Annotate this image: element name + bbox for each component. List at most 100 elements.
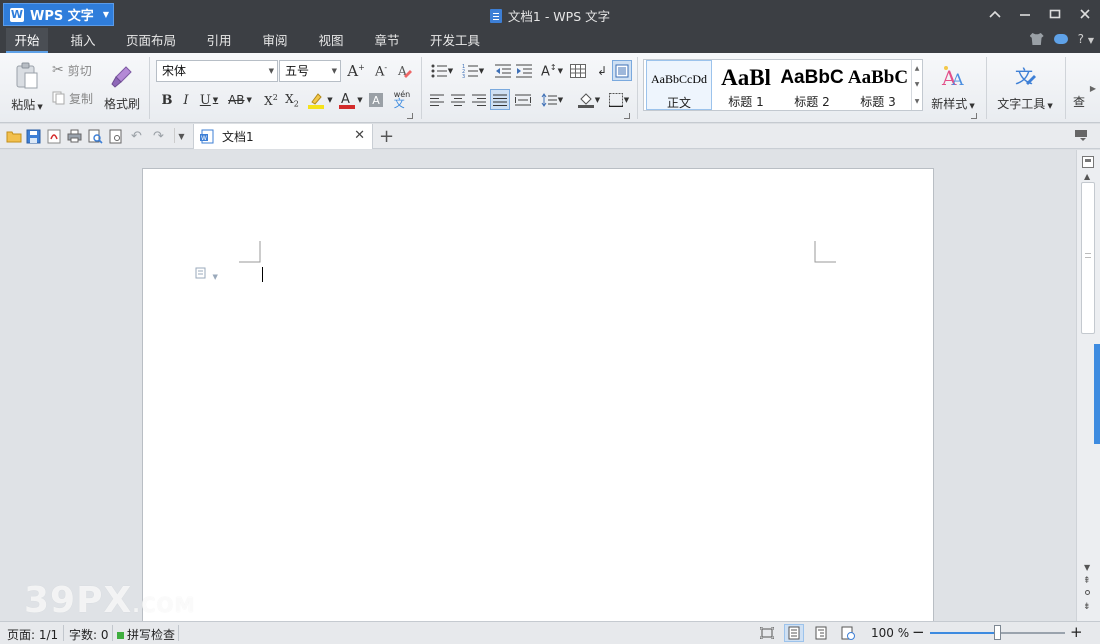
ribbon-scroll-right[interactable]: ▶ — [1088, 83, 1098, 93]
text-tools-button[interactable]: 文 文字工具 ▼ — [992, 59, 1058, 115]
page-indicator[interactable]: 页面: 1/1 — [7, 626, 58, 643]
paste-button[interactable]: 粘贴 ▼ — [8, 59, 46, 115]
close-tab-icon[interactable]: ✕ — [354, 128, 365, 143]
zoom-in-button[interactable]: + — [1070, 623, 1083, 641]
font-size-select[interactable]: 五号 ▼ — [279, 60, 341, 82]
document-tab[interactable]: W 文档1 ✕ — [193, 124, 373, 149]
chevron-up-icon[interactable]: ▲ — [915, 65, 920, 72]
line-spacing-button[interactable]: ▼ — [538, 90, 566, 110]
next-page-button[interactable]: ⇟ — [1083, 602, 1091, 612]
text-direction-button[interactable]: A↕ ▼ — [538, 61, 566, 81]
redo-button[interactable]: ↷ — [153, 129, 169, 144]
export-pdf-button[interactable] — [47, 129, 63, 144]
close-window-button[interactable] — [1070, 0, 1100, 28]
skin-icon[interactable] — [1029, 33, 1044, 45]
zoom-level[interactable]: 100 % — [871, 626, 909, 640]
decrease-indent-button[interactable] — [493, 61, 513, 81]
numbering-button[interactable]: 1 2 3 ▼ — [459, 61, 487, 81]
undo-button[interactable]: ↶ — [131, 129, 147, 144]
borders-button[interactable]: ▼ — [605, 90, 633, 110]
scroll-thumb[interactable] — [1081, 182, 1095, 334]
bold-button[interactable]: B — [158, 90, 176, 110]
tab-insert[interactable]: 插入 — [62, 28, 104, 53]
show-hide-marks-button[interactable] — [612, 60, 632, 81]
subscript-button[interactable]: X2 — [282, 90, 302, 110]
tab-list-button[interactable] — [1074, 129, 1090, 144]
numbered-list-icon: 123 — [462, 64, 478, 78]
word-count[interactable]: 字数: 0 — [69, 626, 109, 643]
new-tab-button[interactable]: + — [379, 126, 394, 147]
increase-indent-button[interactable] — [514, 61, 534, 81]
italic-button[interactable]: I — [177, 90, 195, 110]
spell-check-toggle[interactable]: 拼写检查 — [117, 626, 175, 643]
underline-button[interactable]: U ▼ — [197, 90, 221, 110]
bullets-button[interactable]: ▼ — [428, 61, 456, 81]
justify-button[interactable] — [490, 89, 510, 110]
help-button[interactable]: ? ▼ — [1078, 32, 1094, 46]
font-name-select[interactable]: 宋体 ▼ — [156, 60, 278, 82]
font-dialog-launcher[interactable] — [407, 113, 413, 119]
collapse-ribbon-button[interactable] — [980, 0, 1010, 28]
tab-page-layout[interactable]: 页面布局 — [120, 28, 182, 53]
previous-page-button[interactable]: ⇞ — [1083, 576, 1091, 586]
cloud-sync-icon[interactable] — [1053, 34, 1068, 44]
align-right-button[interactable] — [470, 90, 488, 110]
cut-button[interactable]: ✂ 剪切 — [52, 61, 92, 79]
maximize-button[interactable] — [1040, 0, 1070, 28]
style-heading-2[interactable]: AaBbC 标题 2 — [779, 60, 845, 110]
customize-quick-access-button[interactable]: ▼ — [174, 128, 188, 143]
align-center-button[interactable] — [449, 90, 467, 110]
document-page[interactable]: ▼ — [142, 168, 934, 628]
browse-object-button[interactable] — [1085, 590, 1090, 595]
scroll-down-arrow[interactable]: ▼ — [1084, 563, 1090, 572]
zoom-out-button[interactable]: − — [912, 623, 925, 641]
minimize-button[interactable] — [1010, 0, 1040, 28]
tab-references[interactable]: 引用 — [198, 28, 240, 53]
task-pane-toggle[interactable] — [1094, 344, 1100, 444]
print-preview-button[interactable] — [88, 129, 104, 144]
distributed-align-button[interactable] — [513, 90, 533, 110]
print-button[interactable] — [67, 129, 83, 144]
character-shading-button[interactable]: A — [367, 91, 385, 109]
zoom-slider-thumb[interactable] — [994, 625, 1001, 640]
web-view-button[interactable] — [838, 624, 858, 642]
superscript-button[interactable]: X2 — [261, 90, 281, 110]
shading-button[interactable]: ▼ — [575, 90, 603, 110]
strikethrough-button[interactable]: AB ▼ — [225, 90, 255, 110]
sort-button[interactable]: ↲ — [592, 61, 612, 81]
style-normal[interactable]: AaBbCcDd 正文 — [646, 60, 712, 110]
align-left-button[interactable] — [428, 90, 446, 110]
scroll-up-arrow[interactable]: ▲ — [1084, 172, 1090, 181]
styles-scroll[interactable]: ▲ ▼ ▼ — [911, 60, 922, 110]
clear-format-button[interactable]: A — [395, 61, 415, 81]
paragraph-dialog-launcher[interactable] — [624, 113, 630, 119]
preview-button[interactable] — [109, 129, 125, 144]
tab-review[interactable]: 审阅 — [254, 28, 296, 53]
tab-view[interactable]: 视图 — [310, 28, 352, 53]
style-heading-3[interactable]: AaBbC 标题 3 — [845, 60, 911, 110]
styles-dialog-launcher[interactable] — [971, 113, 977, 119]
paragraph-layout-icon[interactable]: ▼ — [195, 267, 218, 282]
grow-font-button[interactable]: A+ — [346, 61, 366, 81]
split-view-button[interactable] — [1082, 156, 1094, 168]
tab-developer-tools[interactable]: 开发工具 — [424, 28, 486, 53]
page-view-button[interactable] — [784, 624, 804, 642]
copy-button[interactable]: 复制 — [52, 89, 93, 107]
format-painter-button[interactable]: 格式刷 — [102, 59, 142, 115]
tab-home[interactable]: 开始 — [6, 28, 48, 53]
shrink-font-button[interactable]: A- — [371, 61, 391, 81]
outline-view-button[interactable] — [811, 624, 831, 642]
phonetic-guide-button[interactable]: wén 文 — [388, 88, 416, 110]
find-button[interactable]: 查 — [1073, 91, 1087, 111]
tab-sections[interactable]: 章节 — [366, 28, 408, 53]
font-color-button[interactable]: A ▼ — [337, 90, 365, 110]
highlight-button[interactable]: ▼ — [306, 90, 334, 110]
new-style-button[interactable]: AA 新样式 ▼ — [925, 59, 981, 115]
open-button[interactable] — [6, 129, 22, 144]
full-screen-view-button[interactable] — [757, 624, 777, 642]
expand-gallery-icon[interactable]: ▼ — [915, 98, 920, 105]
chevron-down-icon[interactable]: ▼ — [915, 81, 920, 88]
style-heading-1[interactable]: AaBl 标题 1 — [713, 60, 779, 110]
save-button[interactable] — [26, 129, 42, 144]
insert-table-button[interactable] — [568, 61, 588, 81]
